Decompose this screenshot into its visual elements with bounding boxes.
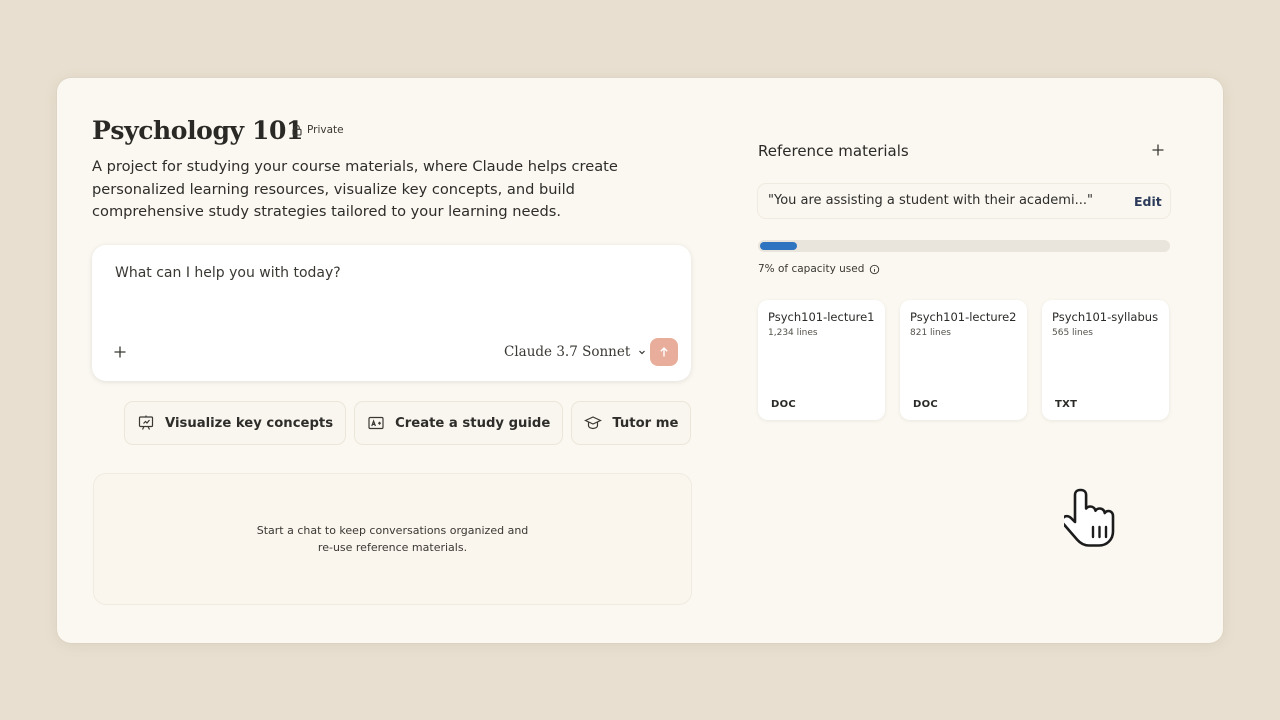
file-card[interactable]: Psych101-lecture2 821 lines DOC <box>900 300 1027 420</box>
file-line-count: 1,234 lines <box>768 328 818 338</box>
file-type-badge: DOC <box>913 399 939 410</box>
file-card[interactable]: Psych101-lecture1 1,234 lines DOC <box>758 300 885 420</box>
action-label: Visualize key concepts <box>165 415 334 431</box>
presentation-chart-icon <box>138 415 154 430</box>
plus-icon <box>114 346 126 358</box>
visualize-key-concepts-button[interactable]: Visualize key concepts <box>125 402 346 444</box>
add-reference-button[interactable] <box>1148 140 1168 160</box>
chat-input[interactable] <box>115 265 635 281</box>
edit-instructions-button[interactable]: Edit <box>1134 194 1162 209</box>
send-button[interactable] <box>650 338 678 366</box>
create-study-guide-button[interactable]: Create a study guide <box>355 402 563 444</box>
graduation-cap-icon <box>584 416 603 430</box>
lock-icon <box>292 124 302 136</box>
info-icon[interactable] <box>869 264 880 275</box>
file-line-count: 821 lines <box>910 328 951 338</box>
model-label: Claude 3.7 Sonnet <box>504 344 631 360</box>
project-window: Psychology 101 Private A project for stu… <box>57 78 1223 643</box>
visibility-label: Private <box>307 124 344 136</box>
project-instructions[interactable]: "You are assisting a student with their … <box>758 184 1170 218</box>
tutor-me-button[interactable]: Tutor me <box>572 402 691 444</box>
file-list: Psych101-lecture1 1,234 lines DOC Psych1… <box>758 300 1169 420</box>
chat-composer: Claude 3.7 Sonnet <box>92 245 691 381</box>
file-line-count: 565 lines <box>1052 328 1093 338</box>
arrow-up-icon <box>660 347 668 357</box>
capacity-label: 7% of capacity used <box>758 263 865 275</box>
conversations-empty-state: Start a chat to keep conversations organ… <box>94 474 691 604</box>
model-selector[interactable]: Claude 3.7 Sonnet <box>504 344 647 360</box>
empty-state-text: Start a chat to keep conversations organ… <box>94 522 691 556</box>
plus-icon <box>1152 144 1164 156</box>
file-type-badge: TXT <box>1055 399 1078 410</box>
file-name: Psych101-lecture2 <box>910 310 1017 324</box>
action-label: Create a study guide <box>395 415 551 431</box>
project-description: A project for studying your course mater… <box>92 158 618 220</box>
file-card[interactable]: Psych101-syllabus 565 lines TXT <box>1042 300 1169 420</box>
grade-icon <box>368 416 384 430</box>
capacity-bar <box>758 240 1170 252</box>
project-title: Psychology 101 <box>92 116 303 145</box>
add-attachment-button[interactable] <box>109 341 131 363</box>
file-name: Psych101-lecture1 <box>768 310 875 324</box>
reference-materials-title: Reference materials <box>758 142 909 160</box>
file-type-badge: DOC <box>771 399 797 410</box>
empty-state-line: re-use reference materials. <box>317 541 468 554</box>
instructions-preview: "You are assisting a student with their … <box>768 193 1093 208</box>
file-name: Psych101-syllabus <box>1052 310 1159 324</box>
capacity-bar-fill <box>760 242 797 250</box>
chevron-down-icon <box>639 350 646 355</box>
quick-actions: Visualize key concepts Create a study gu… <box>125 402 691 444</box>
action-label: Tutor me <box>612 415 679 431</box>
capacity-indicator: 7% of capacity used <box>758 263 880 275</box>
hand-pointer-cursor-icon <box>1064 488 1115 547</box>
visibility-badge: Private <box>291 124 344 136</box>
empty-state-line: Start a chat to keep conversations organ… <box>256 524 529 537</box>
